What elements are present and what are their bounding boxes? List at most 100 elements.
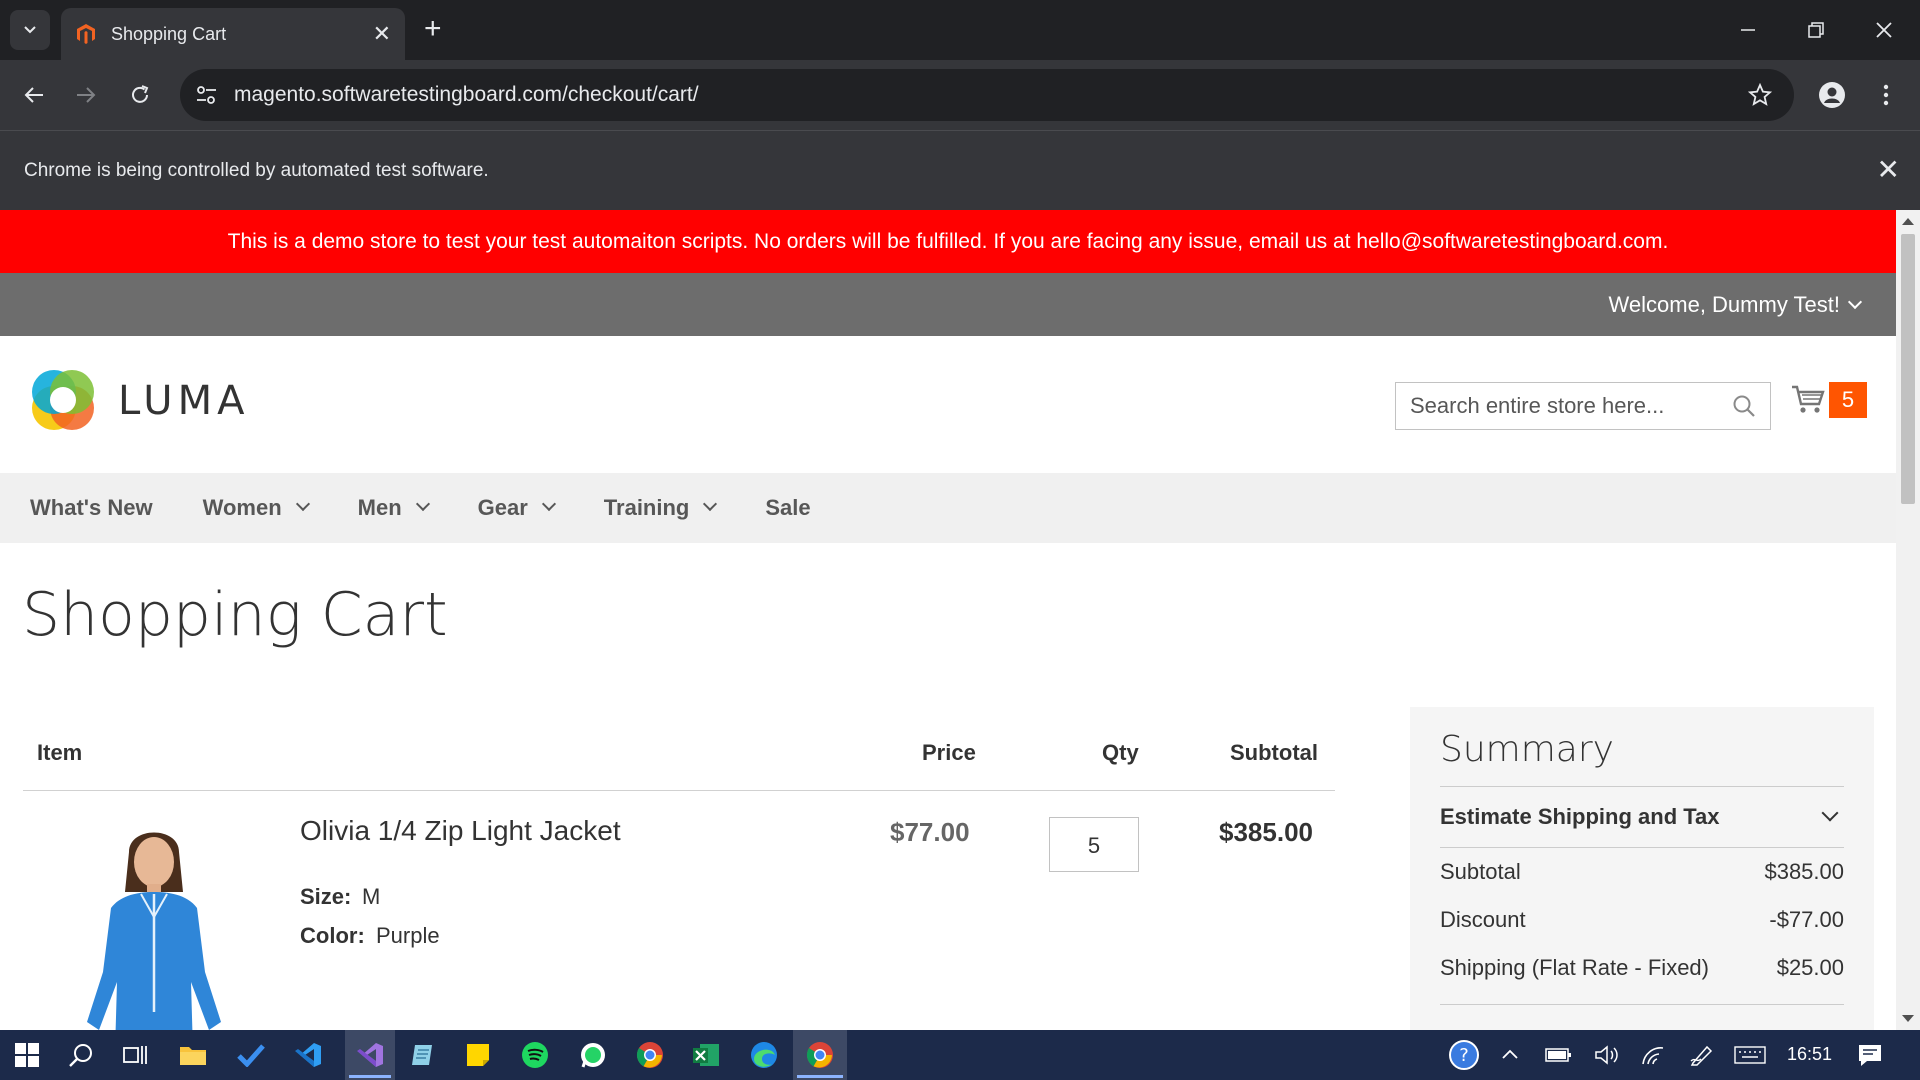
estimate-label[interactable]: Estimate Shipping and Tax xyxy=(1440,804,1720,830)
keyboard-icon[interactable] xyxy=(1732,1037,1768,1073)
minicart[interactable]: 5 xyxy=(1791,382,1867,418)
url-text[interactable]: magento.softwaretestingboard.com/checkou… xyxy=(234,83,1748,107)
header-subtotal: Subtotal xyxy=(1230,740,1318,765)
sticky-notes-icon[interactable] xyxy=(460,1037,496,1073)
close-tab-icon[interactable]: ✕ xyxy=(373,21,391,47)
search-input[interactable] xyxy=(1410,393,1732,419)
header-qty: Qty xyxy=(1102,740,1139,765)
summary-title: Summary xyxy=(1440,729,1614,770)
header-item: Item xyxy=(37,740,83,765)
customer-welcome[interactable]: Welcome, Dummy Test! xyxy=(0,273,1896,336)
scroll-down-icon[interactable] xyxy=(1902,1015,1914,1022)
restore-icon xyxy=(1808,22,1824,38)
summary-label: Discount xyxy=(1440,907,1526,932)
tray-chevron-up-icon[interactable] xyxy=(1492,1037,1528,1073)
search-icon[interactable] xyxy=(1732,394,1756,418)
edge-icon[interactable] xyxy=(746,1037,782,1073)
tab-search-button[interactable] xyxy=(10,10,50,50)
visual-studio-icon[interactable] xyxy=(352,1037,388,1073)
qty-input[interactable]: 5 xyxy=(1049,817,1139,872)
wifi-icon[interactable] xyxy=(1636,1037,1672,1073)
page-scrollbar[interactable] xyxy=(1896,210,1920,1030)
nav-item-label[interactable]: Sale xyxy=(765,495,810,521)
scrollbar-thumb[interactable] xyxy=(1901,234,1915,504)
nav-item-label[interactable]: What's New xyxy=(30,495,153,521)
header-price: Price xyxy=(922,740,976,765)
forward-arrow-icon xyxy=(77,87,96,103)
excel-icon[interactable] xyxy=(688,1037,724,1073)
chevron-down-icon xyxy=(1821,804,1839,822)
chevron-down-icon xyxy=(24,26,36,34)
battery-icon[interactable] xyxy=(1541,1037,1577,1073)
notepad-icon[interactable] xyxy=(406,1037,442,1073)
chrome-icon[interactable] xyxy=(632,1037,668,1073)
table-divider xyxy=(23,790,1335,791)
nav-item-men[interactable]: Men xyxy=(358,495,430,521)
reload-button[interactable] xyxy=(120,75,160,115)
nav-item-sale[interactable]: Sale xyxy=(765,495,810,521)
nav-item-label[interactable]: Gear xyxy=(478,495,528,521)
back-button[interactable] xyxy=(14,75,54,115)
profile-button[interactable] xyxy=(1812,75,1852,115)
search-icon[interactable] xyxy=(63,1037,99,1073)
task-view-icon[interactable] xyxy=(117,1037,153,1073)
help-icon[interactable]: ? xyxy=(1446,1037,1482,1073)
chevron-down-icon xyxy=(703,496,718,512)
estimate-shipping-toggle[interactable]: Estimate Shipping and Tax xyxy=(1440,786,1844,848)
restore-button[interactable] xyxy=(1796,10,1836,50)
file-explorer-icon[interactable] xyxy=(175,1037,211,1073)
volume-icon[interactable] xyxy=(1589,1037,1625,1073)
bookmark-star-icon[interactable] xyxy=(1748,83,1772,107)
summary-value: -$77.00 xyxy=(1769,907,1844,932)
back-arrow-icon xyxy=(24,87,43,103)
nav-item-label[interactable]: Training xyxy=(604,495,690,521)
forward-button[interactable] xyxy=(66,75,106,115)
product-image[interactable] xyxy=(71,822,235,1030)
close-window-button[interactable] xyxy=(1864,10,1904,50)
chevron-down-icon xyxy=(295,496,310,512)
store-search[interactable] xyxy=(1395,382,1771,430)
app-underline xyxy=(797,1075,843,1078)
tab-title: Shopping Cart xyxy=(111,23,227,44)
nav-item-whats-new[interactable]: What's New xyxy=(30,495,153,521)
browser-menu-button[interactable] xyxy=(1866,75,1906,115)
todo-icon[interactable] xyxy=(233,1037,269,1073)
luma-logo[interactable]: LUMA xyxy=(30,368,249,434)
spotify-icon[interactable] xyxy=(517,1037,553,1073)
automation-infobar: Chrome is being controlled by automated … xyxy=(0,130,1920,210)
nav-item-training[interactable]: Training xyxy=(604,495,718,521)
pen-icon[interactable] xyxy=(1684,1037,1720,1073)
nav-item-gear[interactable]: Gear xyxy=(478,495,556,521)
whatsapp-icon[interactable] xyxy=(575,1037,611,1073)
item-subtotal: $385.00 xyxy=(1219,817,1313,847)
welcome-text[interactable]: Welcome, Dummy Test! xyxy=(1609,292,1840,317)
svg-text:?: ? xyxy=(1459,1045,1469,1066)
browser-toolbar: magento.softwaretestingboard.com/checkou… xyxy=(0,60,1920,130)
reload-icon xyxy=(132,85,149,103)
minimize-icon xyxy=(1741,29,1755,31)
infobar-message: Chrome is being controlled by automated … xyxy=(24,160,489,181)
cart-summary: Summary Estimate Shipping and Tax Subtot… xyxy=(1410,707,1874,1030)
start-icon[interactable] xyxy=(9,1037,45,1073)
new-tab-button[interactable]: + xyxy=(424,14,442,44)
site-info-icon[interactable] xyxy=(194,84,220,106)
browser-tab[interactable]: Shopping Cart ✕ xyxy=(61,8,405,60)
product-name-link[interactable]: Olivia 1/4 Zip Light Jacket xyxy=(300,815,621,847)
nav-item-label[interactable]: Women xyxy=(203,495,282,521)
profile-icon xyxy=(1819,82,1845,108)
windows-taskbar: ? 16:51 xyxy=(0,1030,1920,1080)
cart-count-badge[interactable]: 5 xyxy=(1829,382,1867,418)
nav-item-label[interactable]: Men xyxy=(358,495,402,521)
close-infobar-icon[interactable]: ✕ xyxy=(1877,153,1900,186)
nav-item-women[interactable]: Women xyxy=(203,495,310,521)
scroll-up-icon[interactable] xyxy=(1902,218,1914,225)
taskbar-clock[interactable]: 16:51 xyxy=(1787,1044,1832,1065)
cart-icon[interactable] xyxy=(1791,384,1825,416)
address-bar[interactable]: magento.softwaretestingboard.com/checkou… xyxy=(180,69,1794,121)
size-label: Size: xyxy=(300,884,352,909)
notifications-icon[interactable] xyxy=(1852,1037,1888,1073)
chrome-active-icon[interactable] xyxy=(802,1037,838,1073)
summary-value: $25.00 xyxy=(1776,955,1844,980)
minimize-button[interactable] xyxy=(1728,10,1768,50)
vscode-icon[interactable] xyxy=(290,1037,326,1073)
